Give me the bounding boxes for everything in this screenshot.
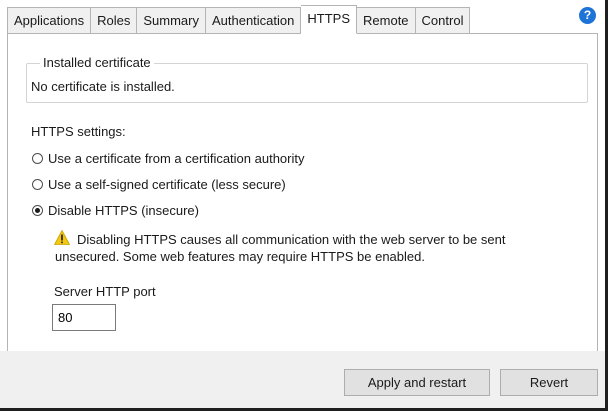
help-icon[interactable]: ?: [579, 7, 596, 24]
server-http-port-label: Server HTTP port: [54, 284, 156, 299]
warning-icon: [54, 230, 70, 245]
tab-applications[interactable]: Applications: [7, 7, 92, 34]
radio-self-signed[interactable]: Use a self-signed certificate (less secu…: [32, 177, 286, 192]
radio-label: Use a certificate from a certification a…: [48, 151, 305, 166]
server-http-port-input[interactable]: [52, 304, 116, 331]
radio-label: Use a self-signed certificate (less secu…: [48, 177, 286, 192]
warning-text-line1: Disabling HTTPS causes all communication…: [77, 232, 506, 247]
tab-summary[interactable]: Summary: [137, 7, 206, 34]
apply-and-restart-button[interactable]: Apply and restart: [344, 369, 490, 396]
tab-authentication[interactable]: Authentication: [205, 7, 302, 34]
tab-strip: Applications Roles Summary Authenticatio…: [7, 5, 605, 34]
tab-remote[interactable]: Remote: [357, 7, 416, 34]
tab-https[interactable]: HTTPS: [301, 5, 358, 34]
radio-disable-https[interactable]: Disable HTTPS (insecure): [32, 203, 199, 218]
radio-ca-certificate[interactable]: Use a certificate from a certification a…: [32, 151, 305, 166]
https-settings-label: HTTPS settings:: [31, 124, 126, 139]
warning-text-line2: unsecured. Some web features may require…: [55, 249, 425, 264]
radio-button-checked[interactable]: [32, 205, 43, 216]
radio-label: Disable HTTPS (insecure): [48, 203, 199, 218]
dialog-frame: Applications Roles Summary Authenticatio…: [0, 0, 608, 411]
radio-button[interactable]: [32, 153, 43, 164]
tab-roles[interactable]: Roles: [91, 7, 138, 34]
revert-button[interactable]: Revert: [500, 369, 598, 396]
installed-certificate-legend: Installed certificate: [40, 55, 154, 70]
installed-certificate-status: No certificate is installed.: [31, 79, 175, 94]
radio-button[interactable]: [32, 179, 43, 190]
tab-control[interactable]: Control: [415, 7, 471, 34]
